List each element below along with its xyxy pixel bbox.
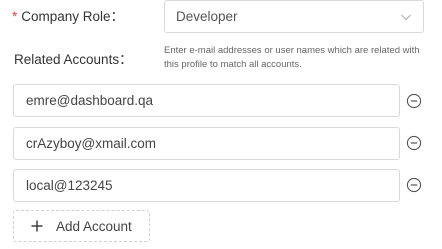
company-role-label: * Company Role： bbox=[12, 7, 124, 27]
account-input-value: emre@dashboard.qa bbox=[26, 93, 154, 108]
plus-icon bbox=[31, 220, 43, 232]
account-input[interactable]: crAzyboy@xmail.com bbox=[13, 127, 400, 160]
chevron-down-icon bbox=[401, 14, 411, 21]
remove-account-icon[interactable] bbox=[406, 177, 422, 193]
add-account-button[interactable]: Add Account bbox=[13, 210, 150, 242]
related-accounts-help-text: Enter e-mail addresses or user names whi… bbox=[164, 45, 420, 70]
add-account-label: Add Account bbox=[56, 219, 132, 234]
account-input-value: local@123245 bbox=[26, 178, 113, 193]
required-mark: * bbox=[12, 9, 18, 24]
account-input[interactable]: emre@dashboard.qa bbox=[13, 84, 400, 117]
remove-account-icon[interactable] bbox=[406, 135, 422, 151]
company-role-select[interactable]: Developer bbox=[164, 0, 424, 33]
company-role-label-text: Company Role： bbox=[21, 9, 125, 24]
account-input[interactable]: local@123245 bbox=[13, 169, 400, 202]
company-role-value: Developer bbox=[176, 9, 238, 24]
related-accounts-label: Related Accounts： bbox=[14, 52, 133, 67]
account-input-value: crAzyboy@xmail.com bbox=[26, 136, 156, 151]
remove-account-icon[interactable] bbox=[406, 93, 422, 109]
